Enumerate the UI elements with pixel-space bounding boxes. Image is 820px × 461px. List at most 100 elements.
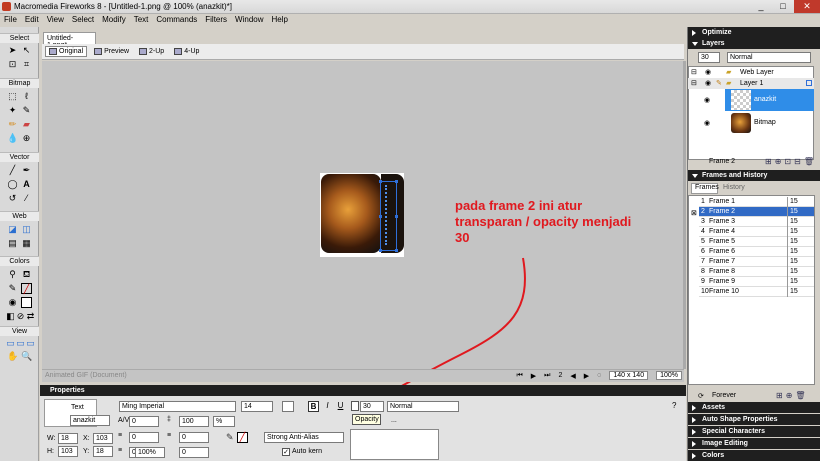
first-frame-icon[interactable]: ⏮	[516, 372, 522, 380]
panel-frames-history[interactable]: Frames and History	[688, 170, 820, 181]
ellipse-tool-icon[interactable]: ◯	[7, 179, 18, 190]
frame-delay[interactable]: 15	[787, 247, 814, 257]
panel-optimize[interactable]: Optimize	[688, 27, 820, 38]
paint-bucket-tool-icon[interactable]: ⛾	[21, 269, 32, 280]
stroke-color-icon[interactable]: ✎	[7, 283, 18, 294]
document-tab[interactable]: Untitled-1.png*	[43, 32, 96, 49]
rubber-stamp-tool-icon[interactable]: ⊕	[21, 133, 32, 144]
frame-delay[interactable]: 15	[787, 267, 814, 277]
fill-color-icon[interactable]: ◉	[7, 297, 18, 308]
panel-image-editing[interactable]: Image Editing	[688, 438, 820, 449]
menu-file[interactable]: File	[0, 14, 21, 27]
zoom-tool-icon[interactable]: 🔍	[21, 351, 32, 362]
lasso-tool-icon[interactable]: ℓ	[21, 91, 32, 102]
eye-icon[interactable]: ◉	[705, 78, 711, 89]
frame-row[interactable]: 5 Frame 5 15	[699, 237, 814, 247]
leading-unit-select[interactable]: %	[213, 416, 235, 427]
show-hotspots-icon[interactable]: ▦	[21, 238, 32, 249]
frame-buttons[interactable]: ⊞⊕🗑	[776, 391, 809, 400]
magic-wand-tool-icon[interactable]: ✦	[7, 105, 18, 116]
help-icon[interactable]: ?	[672, 401, 676, 410]
menu-modify[interactable]: Modify	[98, 14, 130, 27]
scale-tool-icon[interactable]: ⊡	[7, 59, 18, 70]
frame-row[interactable]: 6 Frame 6 15	[699, 247, 814, 257]
more-options[interactable]: ...	[391, 417, 397, 424]
tab-history[interactable]: History	[723, 184, 745, 191]
slice-tool-icon[interactable]: ◫	[21, 224, 32, 235]
maximize-button[interactable]: □	[772, 0, 794, 13]
menu-edit[interactable]: Edit	[21, 14, 43, 27]
selection-handle[interactable]	[395, 180, 398, 183]
blend-mode-select[interactable]: Normal	[387, 401, 459, 412]
tab-original[interactable]: Original	[45, 46, 88, 57]
auto-kern-checkbox[interactable]: ✓	[282, 448, 290, 456]
full-screen-icon[interactable]: ▭	[25, 338, 36, 349]
blur-tool-icon[interactable]: 💧	[7, 133, 18, 144]
height-field[interactable]: 103	[58, 446, 78, 457]
frame-row[interactable]: 1 Frame 1 15	[699, 197, 814, 207]
brush-tool-icon[interactable]: ✎	[21, 105, 32, 116]
menu-view[interactable]: View	[43, 14, 68, 27]
opacity-field[interactable]: 30	[360, 401, 384, 412]
expand-icon[interactable]: ⊟	[691, 67, 697, 78]
play-icon[interactable]: ▶	[531, 372, 536, 380]
frame-delay[interactable]: 15	[787, 217, 814, 227]
scale-field[interactable]: 100%	[135, 447, 165, 458]
eye-icon[interactable]: ◉	[705, 67, 711, 78]
eye-icon[interactable]: ◉	[704, 119, 710, 127]
width-field[interactable]: 18	[58, 433, 78, 444]
minimize-button[interactable]: _	[750, 0, 772, 13]
panel-auto-shape-properties[interactable]: Auto Shape Properties	[688, 414, 820, 425]
close-button[interactable]: ✕	[794, 0, 820, 13]
layer-row-web[interactable]: ⊟ ◉ ▰ Web Layer	[688, 67, 814, 78]
x-field[interactable]: 103	[93, 433, 113, 444]
marquee-tool-icon[interactable]: ⬚	[7, 91, 18, 102]
filters-list[interactable]	[350, 429, 439, 460]
y-field[interactable]: 18	[93, 446, 113, 457]
pencil-tool-icon[interactable]: ✏	[7, 119, 18, 130]
frame-row[interactable]: 10 Frame 10 15	[699, 287, 814, 297]
space-after-field[interactable]: 0	[179, 447, 209, 458]
selection-handle[interactable]	[395, 215, 398, 218]
pen-tool-icon[interactable]: ✒	[21, 165, 32, 176]
exit-bitmap-mode-icon[interactable]: ◌	[597, 372, 601, 379]
loop-icon[interactable]: ⟳	[698, 392, 704, 400]
frame-delay[interactable]: 15	[787, 277, 814, 287]
eyedropper-tool-icon[interactable]: ⚲	[7, 269, 18, 280]
tab-frames[interactable]: Frames	[691, 183, 719, 194]
frame-row[interactable]: 9 Frame 9 15	[699, 277, 814, 287]
tab-2up[interactable]: 2-Up	[136, 47, 167, 56]
subselect-tool-icon[interactable]: ↖	[21, 45, 32, 56]
frame-row[interactable]: 4 Frame 4 15	[699, 227, 814, 237]
frame-row[interactable]: 3 Frame 3 15	[699, 217, 814, 227]
selection-handle[interactable]	[379, 180, 382, 183]
bitmap-image[interactable]	[321, 174, 381, 253]
swap-colors-icon[interactable]: ⇄	[25, 311, 36, 322]
underline-button[interactable]: U	[335, 401, 346, 412]
frame-row[interactable]: 8 Frame 8 15	[699, 267, 814, 277]
kerning-field[interactable]: 0	[129, 416, 159, 427]
eye-icon[interactable]: ◉	[704, 96, 710, 104]
leading-field[interactable]: 100	[179, 416, 209, 427]
layer-buttons[interactable]: ⊞⊕⊡⊟🗑	[765, 157, 817, 166]
frame-row[interactable]: 2 Frame 2 15	[699, 207, 814, 217]
frame-delay[interactable]: 15	[787, 207, 814, 217]
stroke-none-swatch[interactable]: ╱	[237, 432, 248, 443]
no-stroke-swatch-icon[interactable]: ╱	[21, 283, 32, 294]
selection-handle[interactable]	[379, 215, 382, 218]
frame-delay[interactable]: 15	[787, 227, 814, 237]
layer-opacity-field[interactable]: 30	[698, 52, 720, 63]
panel-special-characters[interactable]: Special Characters	[688, 426, 820, 437]
font-select[interactable]: Ming Imperial	[119, 401, 236, 412]
panel-colors[interactable]: Colors	[688, 450, 820, 461]
zoom-select[interactable]: 100%	[656, 371, 682, 380]
layer-blend-select[interactable]: Normal	[727, 52, 811, 63]
onion-skin-icon[interactable]: ⊠	[691, 209, 697, 217]
line-tool-icon[interactable]: ╱	[7, 165, 18, 176]
hand-tool-icon[interactable]: ✋	[7, 351, 18, 362]
menu-help[interactable]: Help	[268, 14, 292, 27]
freeform-tool-icon[interactable]: ↺	[7, 193, 18, 204]
knife-tool-icon[interactable]: ⁄	[21, 193, 32, 204]
loop-setting[interactable]: Forever	[712, 392, 736, 399]
prev-frame-icon[interactable]: ◀	[570, 372, 575, 380]
